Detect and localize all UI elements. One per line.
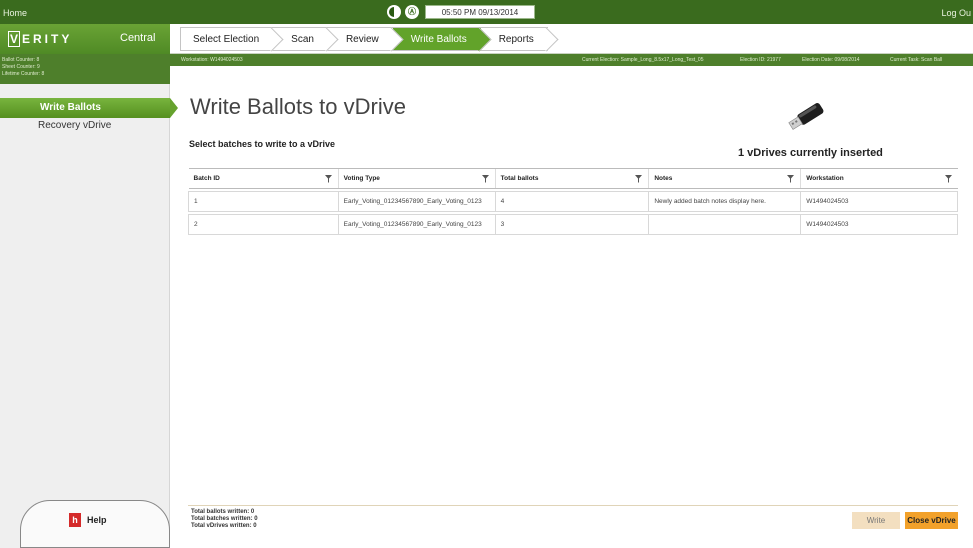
cell-batch-id: 2 [188,214,339,235]
total-batches-written: Total batches written: 0 [191,516,258,522]
lifetime-counter: Lifetime Counter: 8 [2,71,45,77]
cell-notes [648,214,802,235]
ballot-counter: Ballot Counter: 8 [2,57,40,63]
top-bar: Home Ⓐ 05:50 PM 09/13/2014 Log Ou [0,0,973,24]
help-button[interactable]: h Help [20,500,170,548]
cell-notes: Newly added batch notes display here. [648,191,802,212]
app-name: Central [120,32,156,44]
write-button[interactable]: Write [852,512,900,529]
filter-icon[interactable] [324,175,332,183]
column-header-batch-id[interactable]: Batch ID [188,168,339,189]
filter-icon[interactable] [944,175,952,183]
sidebar-item-recovery-vdrive[interactable]: Recovery vDrive [0,120,170,131]
current-task-info: Current Task: Scan Ball [890,57,943,63]
help-icon: h [69,513,81,527]
column-header-notes[interactable]: Notes [648,168,801,189]
usb-drive-icon [788,103,824,130]
total-ballots-written: Total ballots written: 0 [191,509,255,515]
batches-table: Batch ID Voting Type Total ballots Notes… [188,168,958,235]
home-link[interactable]: Home [3,8,27,18]
column-header-voting-type[interactable]: Voting Type [337,168,496,189]
sheet-counter: Sheet Counter: 9 [2,64,40,70]
logout-link[interactable]: Log Ou [941,8,971,18]
sidebar: Write Ballots Recovery vDrive [0,84,178,548]
filter-icon[interactable] [635,175,643,183]
date-time-display: 05:50 PM 09/13/2014 [425,5,535,19]
step-write-ballots[interactable]: Write Ballots [392,27,481,51]
election-id-info: Election ID: 21977 [740,57,781,63]
filter-icon[interactable] [481,175,489,183]
help-label: Help [87,515,107,525]
page-title: Write Ballots to vDrive [190,94,406,119]
sidebar-item-write-ballots[interactable]: Write Ballots [0,98,178,118]
cell-workstation: W1494024503 [800,214,958,235]
election-info-strip: Workstation: W1494024503 Current Electio… [170,54,973,66]
totals-summary: Total ballots written: 0 Total batches w… [191,509,258,530]
current-election-info: Current Election: Sample_Long_8.5x17_Lon… [582,57,704,63]
total-vdrives-written: Total vDrives written: 0 [191,523,257,529]
accessibility-icon[interactable]: Ⓐ [405,5,419,19]
column-header-total-ballots[interactable]: Total ballots [494,168,649,189]
cell-batch-id: 1 [188,191,339,212]
filter-icon[interactable] [787,175,795,183]
workstation-info: Workstation: W1494024503 [181,57,243,63]
footer-divider [188,505,958,506]
brand-area: V ERITY Central [0,24,170,54]
select-batches-instruction: Select batches to write to a vDrive [189,139,336,149]
cell-workstation: W1494024503 [800,191,958,212]
cell-voting-type: Early_Voting_01234567890_Early_Voting_01… [337,191,496,212]
close-vdrive-button[interactable]: Close vDrive [905,512,958,529]
table-header-row: Batch ID Voting Type Total ballots Notes… [188,168,958,189]
step-select-election[interactable]: Select Election [180,27,274,51]
cell-total-ballots: 4 [494,191,650,212]
election-date-info: Election Date: 09/08/2014 [802,57,860,63]
table-row[interactable]: 1 Early_Voting_01234567890_Early_Voting_… [188,191,958,212]
contrast-icon[interactable] [387,5,401,19]
vdrives-inserted-status: 1 vDrives currently inserted [738,147,883,159]
cell-voting-type: Early_Voting_01234567890_Early_Voting_01… [337,214,496,235]
verity-logo: V ERITY [8,31,73,47]
column-header-workstation[interactable]: Workstation [800,168,958,189]
table-row[interactable]: 2 Early_Voting_01234567890_Early_Voting_… [188,214,958,235]
counters-panel: Ballot Counter: 8 Sheet Counter: 9 Lifet… [0,54,170,84]
workflow-nav: V ERITY Central Select Election Scan Revi… [0,24,973,54]
cell-total-ballots: 3 [494,214,650,235]
workflow-steps: Select Election Scan Review Write Ballot… [180,27,548,51]
